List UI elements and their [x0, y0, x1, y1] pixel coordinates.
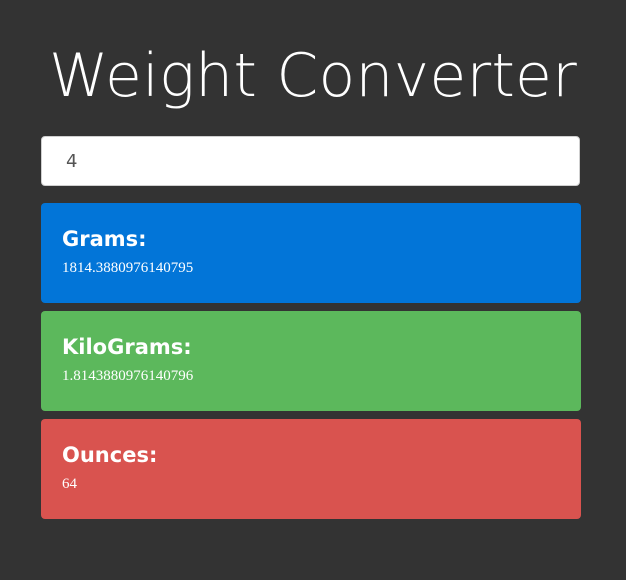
kilograms-label: KiloGrams:	[62, 335, 192, 359]
grams-card: Grams: 1814.3880976140795	[41, 203, 581, 303]
ounces-label: Ounces:	[62, 443, 158, 467]
kilograms-card: KiloGrams: 1.8143880976140796	[41, 311, 581, 411]
weight-input[interactable]	[42, 137, 579, 185]
grams-value: 1814.3880976140795	[62, 260, 194, 276]
weight-input-container	[41, 136, 580, 186]
page-title: Weight Converter	[48, 41, 578, 111]
kilograms-value: 1.8143880976140796	[62, 368, 194, 384]
grams-label: Grams:	[62, 227, 147, 251]
ounces-card: Ounces: 64	[41, 419, 581, 519]
ounces-value: 64	[62, 476, 77, 492]
